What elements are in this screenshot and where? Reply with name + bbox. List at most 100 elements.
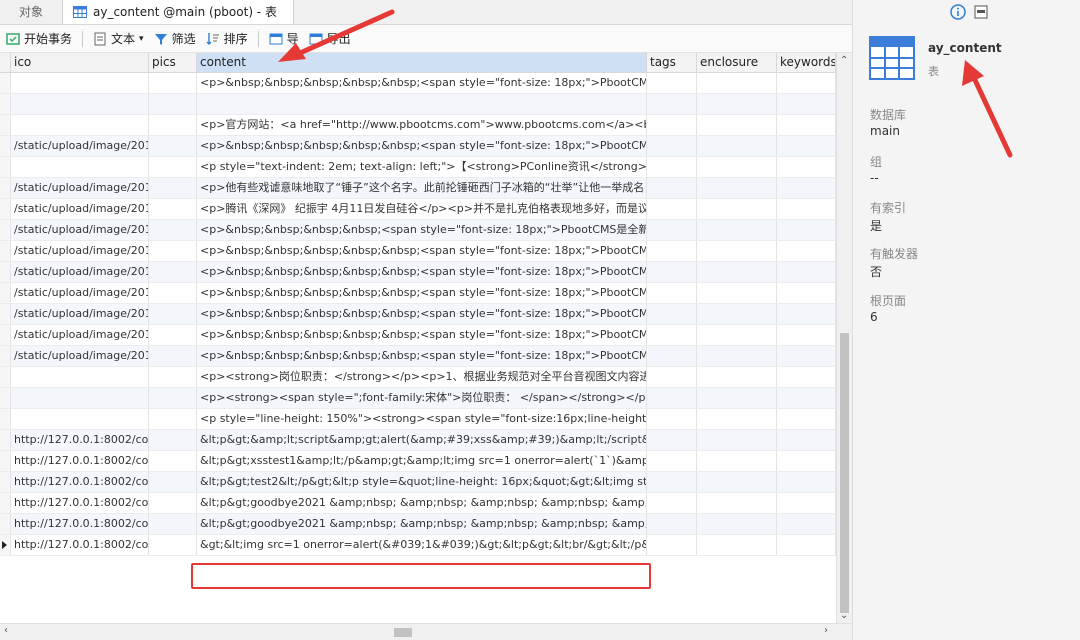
export-button[interactable]: 导出 xyxy=(309,30,351,47)
table-row[interactable] xyxy=(0,94,836,115)
table-row[interactable]: http://127.0.0.1:8002/core &lt;p&gt;xsste… xyxy=(0,451,836,472)
scroll-left-icon[interactable]: ‹ xyxy=(4,625,8,636)
column-header-tags[interactable]: tags xyxy=(647,53,697,72)
cell-ico[interactable] xyxy=(11,73,149,93)
cell-enclosure[interactable] xyxy=(697,388,777,408)
cell-pics[interactable] xyxy=(149,220,197,240)
cell-tags[interactable] xyxy=(647,493,697,513)
cell-ico[interactable] xyxy=(11,94,149,114)
cell-tags[interactable] xyxy=(647,283,697,303)
cell-ico[interactable] xyxy=(11,388,149,408)
cell-ico[interactable] xyxy=(11,367,149,387)
table-row[interactable]: http://127.0.0.1:8002/core &lt;p&gt;test2… xyxy=(0,472,836,493)
cell-ico[interactable]: /static/upload/image/201 xyxy=(11,283,149,303)
table-row[interactable]: http://127.0.0.1:8002/core &lt;p&gt;goodb… xyxy=(0,493,836,514)
row-header[interactable] xyxy=(0,178,11,198)
cell-ico[interactable]: /static/upload/image/201 xyxy=(11,325,149,345)
cell-content[interactable]: <p>&nbsp;&nbsp;&nbsp;&nbsp;&nbsp;<span s… xyxy=(197,241,647,261)
cell-content[interactable]: <p>&nbsp;&nbsp;&nbsp;&nbsp;&nbsp;<span s… xyxy=(197,304,647,324)
cell-content[interactable]: <p style="text-indent: 2em; text-align: … xyxy=(197,157,647,177)
row-header[interactable] xyxy=(0,199,11,219)
table-row[interactable]: http://127.0.0.1:8002/core &lt;p&gt;&amp;… xyxy=(0,430,836,451)
cell-pics[interactable] xyxy=(149,535,197,555)
cell-keywords[interactable] xyxy=(777,388,836,408)
cell-tags[interactable] xyxy=(647,367,697,387)
cell-enclosure[interactable] xyxy=(697,535,777,555)
cell-content[interactable]: <p>他有些戏谑意味地取了“锤子”这个名字。此前抡锤砸西门子冰箱的“壮举”让他一… xyxy=(197,178,647,198)
tab-ay-content[interactable]: ay_content @main (pboot) - 表 xyxy=(62,0,294,24)
cell-tags[interactable] xyxy=(647,262,697,282)
table-row[interactable]: /static/upload/image/201 <p>&nbsp;&nbsp;&… xyxy=(0,325,836,346)
cell-content[interactable]: <p><strong>岗位职责：</strong></p><p>1、根据业务规范… xyxy=(197,367,647,387)
table-row[interactable]: <p><strong>岗位职责：</strong></p><p>1、根据业务规范… xyxy=(0,367,836,388)
cell-keywords[interactable] xyxy=(777,241,836,261)
table-row[interactable]: http://127.0.0.1:8002/core &gt;&lt;img sr… xyxy=(0,535,836,556)
cell-enclosure[interactable] xyxy=(697,409,777,429)
cell-ico[interactable]: http://127.0.0.1:8002/core xyxy=(11,472,149,492)
column-header-pics[interactable]: pics xyxy=(149,53,197,72)
row-header[interactable] xyxy=(0,94,11,114)
cell-tags[interactable] xyxy=(647,220,697,240)
cell-keywords[interactable] xyxy=(777,262,836,282)
row-header[interactable] xyxy=(0,472,11,492)
table-row[interactable]: <p style="text-indent: 2em; text-align: … xyxy=(0,157,836,178)
cell-pics[interactable] xyxy=(149,325,197,345)
column-header-enclosure[interactable]: enclosure xyxy=(697,53,777,72)
row-header[interactable] xyxy=(0,367,11,387)
cell-pics[interactable] xyxy=(149,493,197,513)
row-header[interactable] xyxy=(0,304,11,324)
cell-ico[interactable]: http://127.0.0.1:8002/core xyxy=(11,430,149,450)
cell-enclosure[interactable] xyxy=(697,346,777,366)
cell-keywords[interactable] xyxy=(777,367,836,387)
import-button[interactable]: 导 xyxy=(269,30,299,47)
cell-pics[interactable] xyxy=(149,388,197,408)
row-header[interactable] xyxy=(0,241,11,261)
cell-content[interactable]: <p>&nbsp;&nbsp;&nbsp;&nbsp;&nbsp;<span s… xyxy=(197,346,647,366)
cell-keywords[interactable] xyxy=(777,325,836,345)
row-header[interactable] xyxy=(0,388,11,408)
cell-content[interactable]: <p>&nbsp;&nbsp;&nbsp;&nbsp;&nbsp;<span s… xyxy=(197,283,647,303)
column-header-content[interactable]: content xyxy=(197,53,647,72)
info-icon[interactable] xyxy=(950,4,966,20)
cell-ico[interactable]: /static/upload/image/201 xyxy=(11,262,149,282)
table-row[interactable]: /static/upload/image/201 <p>&nbsp;&nbsp;&… xyxy=(0,262,836,283)
row-header[interactable] xyxy=(0,325,11,345)
cell-ico[interactable]: /static/upload/image/201 xyxy=(11,220,149,240)
row-header[interactable] xyxy=(0,451,11,471)
text-button[interactable]: 文本 ▾ xyxy=(93,30,144,47)
cell-content[interactable]: <p>&nbsp;&nbsp;&nbsp;&nbsp;&nbsp;<span s… xyxy=(197,325,647,345)
cell-content[interactable]: &lt;p&gt;goodbye2021 &amp;nbsp; &amp;nbs… xyxy=(197,514,647,534)
cell-pics[interactable] xyxy=(149,514,197,534)
cell-tags[interactable] xyxy=(647,304,697,324)
cell-content[interactable]: <p>&nbsp;&nbsp;&nbsp;&nbsp;&nbsp;<span s… xyxy=(197,73,647,93)
cell-ico[interactable]: /static/upload/image/201 xyxy=(11,136,149,156)
row-header[interactable] xyxy=(0,136,11,156)
table-row[interactable]: /static/upload/image/201 <p>&nbsp;&nbsp;&… xyxy=(0,283,836,304)
cell-keywords[interactable] xyxy=(777,451,836,471)
cell-pics[interactable] xyxy=(149,430,197,450)
cell-keywords[interactable] xyxy=(777,346,836,366)
cell-keywords[interactable] xyxy=(777,157,836,177)
cell-content[interactable]: <p>&nbsp;&nbsp;&nbsp;&nbsp;<span style="… xyxy=(197,220,647,240)
cell-tags[interactable] xyxy=(647,430,697,450)
cell-pics[interactable] xyxy=(149,367,197,387)
cell-keywords[interactable] xyxy=(777,304,836,324)
row-header[interactable] xyxy=(0,73,11,93)
cell-pics[interactable] xyxy=(149,283,197,303)
cell-tags[interactable] xyxy=(647,94,697,114)
cell-tags[interactable] xyxy=(647,157,697,177)
scroll-right-icon[interactable]: › xyxy=(824,625,828,636)
table-row[interactable]: /static/upload/image/201 <p>&nbsp;&nbsp;&… xyxy=(0,304,836,325)
cell-keywords[interactable] xyxy=(777,535,836,555)
cell-tags[interactable] xyxy=(647,451,697,471)
row-header[interactable] xyxy=(0,346,11,366)
column-header-ico[interactable]: ico xyxy=(11,53,149,72)
ddl-icon[interactable] xyxy=(974,5,988,19)
cell-pics[interactable] xyxy=(149,199,197,219)
cell-pics[interactable] xyxy=(149,409,197,429)
table-row[interactable]: <p><strong><span style=";font-family:宋体"… xyxy=(0,388,836,409)
table-row[interactable]: http://127.0.0.1:8002/core &lt;p&gt;goodb… xyxy=(0,514,836,535)
cell-enclosure[interactable] xyxy=(697,241,777,261)
cell-ico[interactable] xyxy=(11,409,149,429)
tab-objects[interactable]: 对象 xyxy=(0,0,62,24)
